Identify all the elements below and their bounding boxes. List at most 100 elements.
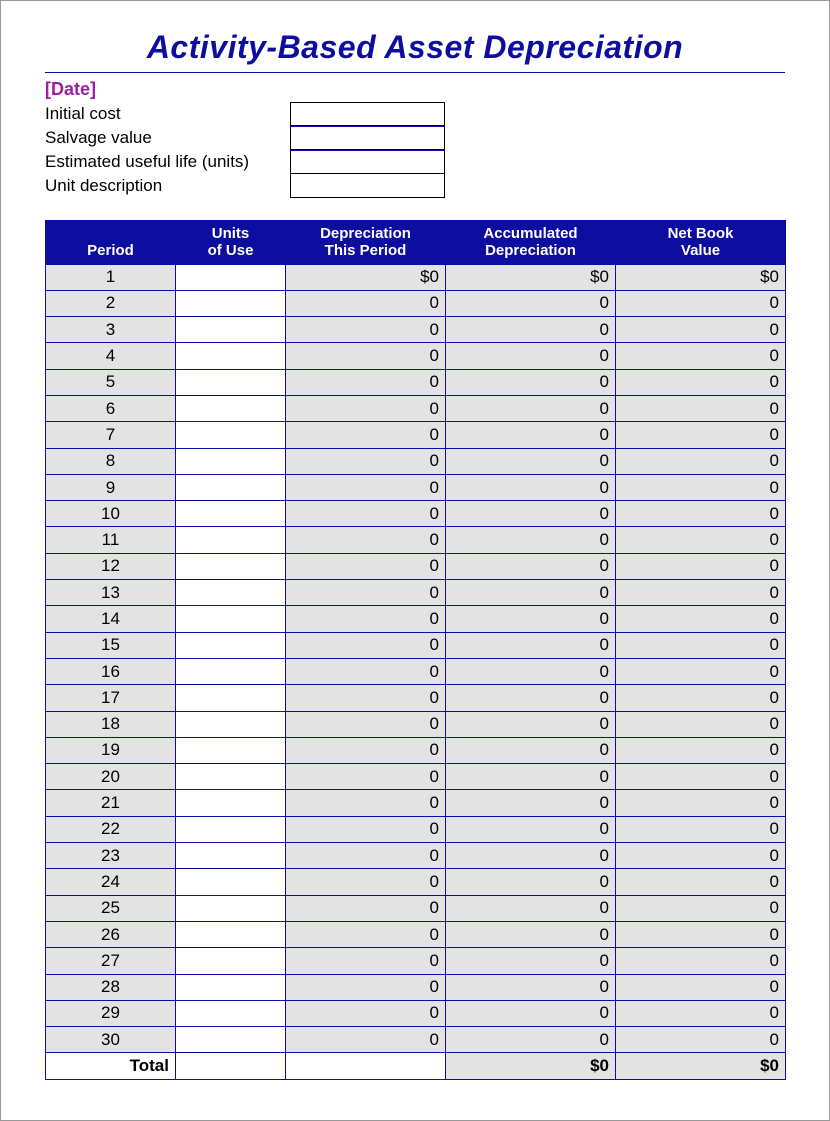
cell-netbook: 0 — [616, 685, 786, 711]
cell-netbook: 0 — [616, 527, 786, 553]
table-row: 16000 — [46, 658, 786, 684]
cell-netbook: 0 — [616, 843, 786, 869]
cell-units[interactable] — [176, 343, 286, 369]
input-unit-description[interactable] — [290, 174, 445, 198]
table-row: 27000 — [46, 948, 786, 974]
cell-depreciation: 0 — [286, 790, 446, 816]
cell-period: 17 — [46, 685, 176, 711]
cell-depreciation: 0 — [286, 685, 446, 711]
input-initial-cost[interactable] — [290, 102, 445, 126]
cell-accumulated: 0 — [446, 501, 616, 527]
cell-units[interactable] — [176, 816, 286, 842]
cell-units[interactable] — [176, 632, 286, 658]
cell-depreciation: $0 — [286, 264, 446, 290]
cell-period: 13 — [46, 580, 176, 606]
cell-period: 21 — [46, 790, 176, 816]
cell-units[interactable] — [176, 317, 286, 343]
cell-units[interactable] — [176, 606, 286, 632]
cell-netbook: $0 — [616, 264, 786, 290]
cell-netbook: 0 — [616, 711, 786, 737]
cell-depreciation: 0 — [286, 1027, 446, 1053]
cell-units[interactable] — [176, 422, 286, 448]
cell-netbook: 0 — [616, 448, 786, 474]
cell-accumulated: 0 — [446, 317, 616, 343]
cell-units[interactable] — [176, 869, 286, 895]
cell-total-dep — [286, 1053, 446, 1079]
table-row: 28000 — [46, 974, 786, 1000]
cell-units[interactable] — [176, 580, 286, 606]
cell-period: 23 — [46, 843, 176, 869]
table-row: 22000 — [46, 816, 786, 842]
cell-units[interactable] — [176, 948, 286, 974]
cell-units[interactable] — [176, 264, 286, 290]
cell-units[interactable] — [176, 895, 286, 921]
cell-units[interactable] — [176, 711, 286, 737]
cell-units[interactable] — [176, 1000, 286, 1026]
cell-units[interactable] — [176, 290, 286, 316]
cell-units[interactable] — [176, 527, 286, 553]
cell-accumulated: 0 — [446, 685, 616, 711]
page-title: Activity-Based Asset Depreciation — [45, 29, 785, 73]
input-estimated-life[interactable] — [290, 150, 445, 174]
cell-accumulated: 0 — [446, 921, 616, 947]
table-row: 14000 — [46, 606, 786, 632]
cell-units[interactable] — [176, 553, 286, 579]
cell-units[interactable] — [176, 395, 286, 421]
cell-accumulated: 0 — [446, 816, 616, 842]
cell-period: 29 — [46, 1000, 176, 1026]
cell-depreciation: 0 — [286, 369, 446, 395]
cell-period: 14 — [46, 606, 176, 632]
cell-accumulated: 0 — [446, 580, 616, 606]
cell-depreciation: 0 — [286, 816, 446, 842]
cell-units[interactable] — [176, 369, 286, 395]
th-period: Period — [46, 221, 176, 265]
cell-accumulated: 0 — [446, 764, 616, 790]
cell-netbook: 0 — [616, 395, 786, 421]
cell-netbook: 0 — [616, 948, 786, 974]
cell-units[interactable] — [176, 1027, 286, 1053]
cell-netbook: 0 — [616, 764, 786, 790]
table-row: 10000 — [46, 501, 786, 527]
cell-period: 22 — [46, 816, 176, 842]
cell-units[interactable] — [176, 685, 286, 711]
cell-period: 28 — [46, 974, 176, 1000]
label-estimated-life: Estimated useful life (units) — [45, 150, 290, 174]
cell-period: 4 — [46, 343, 176, 369]
table-row: 1$0$0$0 — [46, 264, 786, 290]
cell-accumulated: 0 — [446, 869, 616, 895]
cell-netbook: 0 — [616, 895, 786, 921]
cell-units[interactable] — [176, 764, 286, 790]
input-salvage-value[interactable] — [290, 126, 445, 150]
cell-accumulated: 0 — [446, 1000, 616, 1026]
table-row: 26000 — [46, 921, 786, 947]
cell-total-accum: $0 — [446, 1053, 616, 1079]
table-row: 2000 — [46, 290, 786, 316]
cell-period: 8 — [46, 448, 176, 474]
cell-units[interactable] — [176, 658, 286, 684]
cell-units[interactable] — [176, 448, 286, 474]
cell-depreciation: 0 — [286, 580, 446, 606]
cell-period: 19 — [46, 737, 176, 763]
cell-period: 12 — [46, 553, 176, 579]
cell-units[interactable] — [176, 974, 286, 1000]
cell-units[interactable] — [176, 843, 286, 869]
cell-period: 3 — [46, 317, 176, 343]
cell-units[interactable] — [176, 501, 286, 527]
cell-accumulated: $0 — [446, 264, 616, 290]
cell-units[interactable] — [176, 474, 286, 500]
cell-depreciation: 0 — [286, 474, 446, 500]
cell-accumulated: 0 — [446, 474, 616, 500]
cell-units[interactable] — [176, 921, 286, 947]
date-placeholder[interactable]: [Date] — [45, 79, 785, 100]
cell-depreciation: 0 — [286, 501, 446, 527]
cell-total-net: $0 — [616, 1053, 786, 1079]
cell-units[interactable] — [176, 737, 286, 763]
cell-accumulated: 0 — [446, 553, 616, 579]
cell-units[interactable] — [176, 790, 286, 816]
cell-accumulated: 0 — [446, 843, 616, 869]
cell-depreciation: 0 — [286, 343, 446, 369]
meta-block: [Date] Initial cost Salvage value Estima… — [45, 79, 785, 198]
cell-accumulated: 0 — [446, 658, 616, 684]
cell-period: 24 — [46, 869, 176, 895]
cell-period: 11 — [46, 527, 176, 553]
